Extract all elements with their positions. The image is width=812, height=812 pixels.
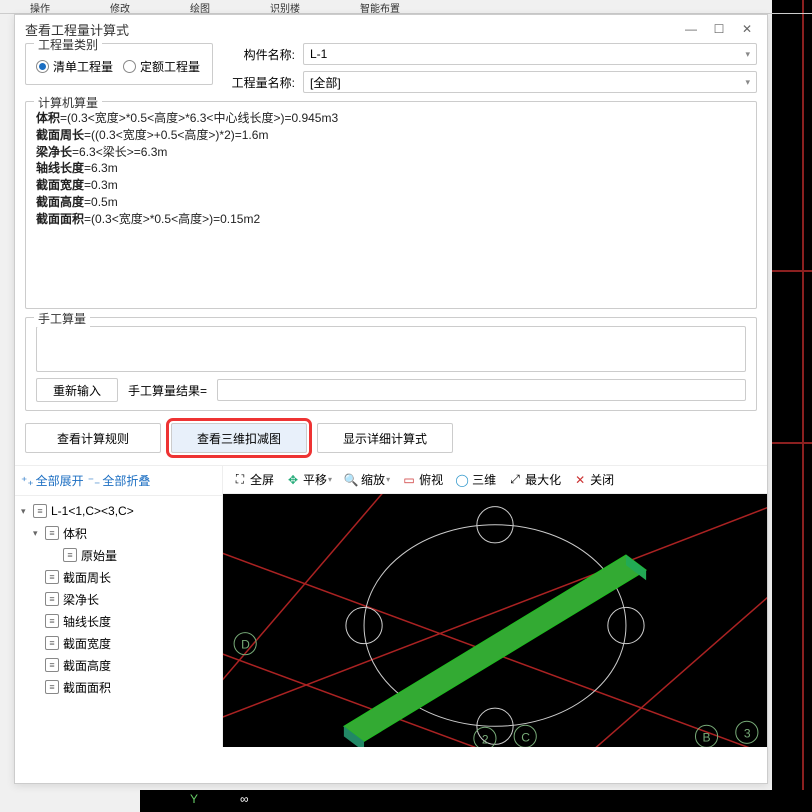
dialog-title: 查看工程量计算式 bbox=[25, 20, 673, 39]
view-calc-rule-button[interactable]: 查看计算规则 bbox=[25, 423, 161, 453]
radio-list-qty[interactable]: 清单工程量 bbox=[36, 58, 113, 75]
svg-text:B: B bbox=[703, 730, 711, 744]
svg-text:C: C bbox=[521, 730, 530, 744]
zoom-icon: 🔍 bbox=[344, 473, 358, 487]
show-detail-formula-button[interactable]: 显示详细计算式 bbox=[317, 423, 453, 453]
tree-panel: ⁺₊全部展开 ⁻₋全部折叠 ▾≡L-1<1,C><3,C> ▾≡体积 ≡原始量 … bbox=[15, 466, 223, 747]
svg-text:2: 2 bbox=[482, 732, 489, 746]
qty-name-dropdown[interactable]: [全部] ▾ bbox=[303, 71, 757, 93]
menu-item[interactable]: 修改 bbox=[110, 0, 130, 13]
collapse-all-button[interactable]: ⁻₋全部折叠 bbox=[88, 472, 151, 489]
3d-canvas[interactable]: L-1 0.945 D C B 2 3 bbox=[223, 494, 767, 747]
viewer-close-button[interactable]: ✕关闭 bbox=[569, 471, 618, 488]
menu-item[interactable]: 绘图 bbox=[190, 0, 210, 13]
menu-item[interactable]: 智能布置 bbox=[360, 0, 400, 13]
background-dark-bottom: Y ∞ bbox=[140, 790, 812, 812]
close-button[interactable]: ✕ bbox=[737, 19, 757, 39]
viewer-panel: ⛶全屏 ✥平移▾ 🔍缩放▾ ▭俯视 ◯三维 ⤢最大化 ✕关闭 bbox=[223, 466, 767, 747]
radio-quota-qty[interactable]: 定额工程量 bbox=[123, 58, 200, 75]
fullscreen-button[interactable]: ⛶全屏 bbox=[229, 471, 278, 488]
manual-result-label: 手工算量结果= bbox=[128, 382, 207, 399]
tree: ▾≡L-1<1,C><3,C> ▾≡体积 ≡原始量 ≡截面周长 ≡梁净长 ≡轴线… bbox=[15, 496, 222, 702]
svg-text:D: D bbox=[241, 638, 250, 652]
tree-node-axislength[interactable]: ≡轴线长度 bbox=[15, 610, 222, 632]
chevron-down-icon: ▾ bbox=[745, 49, 750, 60]
qty-name-label: 工程量名称: bbox=[225, 74, 295, 91]
bg-grid-line bbox=[802, 0, 804, 812]
component-name-label: 构件名称: bbox=[225, 46, 295, 63]
3d-icon: ◯ bbox=[455, 473, 469, 487]
background-dark bbox=[772, 0, 812, 812]
bg-grid-line bbox=[772, 270, 812, 272]
collapse-icon: ⁻₋ bbox=[88, 474, 101, 488]
dialog-quantity-formula: 查看工程量计算式 — ☐ ✕ 工程量类别 清单工程量 定额工程量 bbox=[14, 14, 768, 784]
computer-calc-fieldset: 计算机算量 体积=(0.3<宽度>*0.5<高度>*6.3<中心线长度>)=0.… bbox=[25, 101, 757, 309]
bg-grid-line bbox=[772, 442, 812, 444]
manual-result-input[interactable] bbox=[217, 379, 746, 401]
titlebar: 查看工程量计算式 — ☐ ✕ bbox=[15, 15, 767, 43]
topview-button[interactable]: ▭俯视 bbox=[398, 471, 447, 488]
close-icon: ✕ bbox=[573, 473, 587, 487]
minimize-button[interactable]: — bbox=[681, 19, 701, 39]
tree-node-perimeter[interactable]: ≡截面周长 bbox=[15, 566, 222, 588]
tree-node-width[interactable]: ≡截面宽度 bbox=[15, 632, 222, 654]
component-name-dropdown[interactable]: L-1 ▾ bbox=[303, 43, 757, 65]
menu-item[interactable]: 操作 bbox=[30, 0, 50, 13]
expand-all-button[interactable]: ⁺₊全部展开 bbox=[21, 472, 84, 489]
svg-text:3: 3 bbox=[744, 726, 751, 740]
fullscreen-icon: ⛶ bbox=[233, 473, 247, 487]
tree-node-root[interactable]: ▾≡L-1<1,C><3,C> bbox=[15, 500, 222, 522]
category-fieldset: 工程量类别 清单工程量 定额工程量 bbox=[25, 43, 213, 85]
chevron-down-icon: ▾ bbox=[745, 77, 750, 88]
3d-button[interactable]: ◯三维 bbox=[451, 471, 500, 488]
zoom-button[interactable]: 🔍缩放▾ bbox=[340, 471, 394, 488]
pan-button[interactable]: ✥平移▾ bbox=[282, 471, 336, 488]
manual-calc-legend: 手工算量 bbox=[34, 310, 90, 327]
tree-node-area[interactable]: ≡截面面积 bbox=[15, 676, 222, 698]
maximize-button[interactable]: ☐ bbox=[709, 19, 729, 39]
reenter-button[interactable]: 重新输入 bbox=[36, 378, 118, 402]
tree-node-volume[interactable]: ▾≡体积 bbox=[15, 522, 222, 544]
viewer-toolbar: ⛶全屏 ✥平移▾ 🔍缩放▾ ▭俯视 ◯三维 ⤢最大化 ✕关闭 bbox=[223, 466, 767, 494]
maximize-icon: ⤢ bbox=[508, 473, 522, 487]
tree-node-netlength[interactable]: ≡梁净长 bbox=[15, 588, 222, 610]
radio-icon bbox=[36, 60, 49, 73]
manual-calc-fieldset: 手工算量 重新输入 手工算量结果= bbox=[25, 317, 757, 411]
category-legend: 工程量类别 bbox=[34, 36, 102, 53]
tree-node-height[interactable]: ≡截面高度 bbox=[15, 654, 222, 676]
maximize-button[interactable]: ⤢最大化 bbox=[504, 471, 565, 488]
app-menubar: 操作 修改 绘图 识别楼 智能布置 bbox=[0, 0, 812, 14]
tree-node-original[interactable]: ≡原始量 bbox=[15, 544, 222, 566]
pan-icon: ✥ bbox=[286, 473, 300, 487]
computer-calc-legend: 计算机算量 bbox=[34, 94, 102, 111]
calc-formula-text: 体积=(0.3<宽度>*0.5<高度>*6.3<中心线长度>)=0.945m3 … bbox=[36, 110, 746, 300]
expand-icon: ⁺₊ bbox=[21, 474, 34, 488]
view-3d-deduction-button[interactable]: 查看三维扣减图 bbox=[171, 423, 307, 453]
manual-calc-textarea[interactable] bbox=[36, 326, 746, 372]
topview-icon: ▭ bbox=[402, 473, 416, 487]
menu-item[interactable]: 识别楼 bbox=[270, 0, 300, 13]
radio-icon bbox=[123, 60, 136, 73]
